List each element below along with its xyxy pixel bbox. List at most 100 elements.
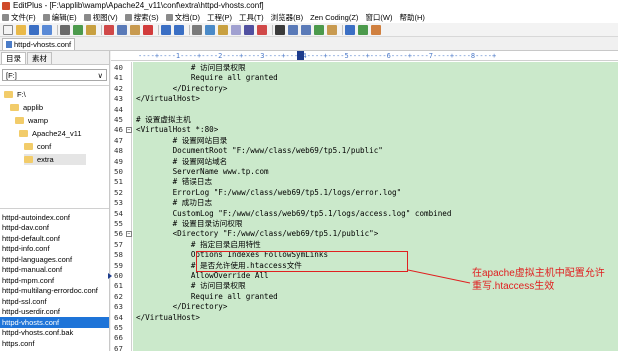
line-number: 55	[114, 219, 123, 228]
save-all-icon[interactable]	[42, 24, 52, 35]
code-line[interactable]: </VirtualHost>	[136, 94, 200, 104]
file-item[interactable]: httpd-mpm.conf	[0, 275, 109, 286]
code-line[interactable]: Require all granted	[136, 73, 278, 83]
menu-window[interactable]: 窗口(W)	[365, 12, 392, 23]
line-number: 50	[114, 167, 123, 176]
menu-search[interactable]: 搜索(S)	[124, 12, 159, 23]
menu-view[interactable]: 视图(V)	[83, 12, 118, 23]
replace-icon[interactable]	[205, 24, 215, 35]
file-item[interactable]: httpd-userdir.conf	[0, 307, 109, 318]
file-item[interactable]: httpd-languages.conf	[0, 254, 109, 265]
toolbar-separator	[158, 24, 159, 35]
code-line[interactable]: # 成功日志	[136, 198, 213, 208]
new-file-icon[interactable]	[3, 24, 13, 35]
directory-icon[interactable]	[371, 24, 381, 35]
file-item[interactable]: httpd-autoindex.conf	[0, 212, 109, 223]
menu-file[interactable]: 文件(F)	[2, 12, 36, 23]
tab-directory[interactable]: 目录	[1, 52, 26, 64]
window-title: EditPlus - [F:\applib\wamp\Apache24_v11\…	[13, 1, 264, 10]
settings-icon[interactable]	[327, 24, 337, 35]
document-tabbar: httpd-vhosts.conf	[0, 37, 618, 51]
undo-icon[interactable]	[161, 24, 171, 35]
menu-help[interactable]: 帮助(H)	[400, 12, 425, 23]
document-tab[interactable]: httpd-vhosts.conf	[2, 38, 76, 50]
tree-item-drive-f[interactable]: F:\	[4, 89, 26, 100]
copy-icon[interactable]	[117, 24, 127, 35]
find-icon[interactable]	[192, 24, 202, 35]
fold-toggle-icon[interactable]: −	[126, 127, 132, 134]
redo-icon[interactable]	[174, 24, 184, 35]
column-ruler: ----+----1----+----2----+----3----+----4…	[111, 51, 618, 61]
code-line[interactable]: <Directory "F:/www/class/web69/tp5.1/pub…	[136, 229, 379, 239]
ruler-icon[interactable]	[257, 24, 267, 35]
print-preview-icon[interactable]	[73, 24, 83, 35]
tree-item-wamp[interactable]: wamp	[15, 115, 48, 126]
editor-pane[interactable]: ----+----1----+----2----+----3----+----4…	[108, 51, 618, 351]
tree-item-apache[interactable]: Apache24_v11	[19, 128, 82, 139]
paste-icon[interactable]	[130, 24, 140, 35]
line-number: 49	[114, 156, 123, 166]
code-line[interactable]: ServerName www.tp.com	[136, 167, 269, 177]
line-number: 59	[114, 260, 123, 270]
open-folder-icon	[4, 91, 13, 98]
code-line[interactable]: AllowOverride All	[136, 271, 269, 281]
file-item[interactable]: httpd-vhosts.conf.bak	[0, 328, 109, 339]
code-line[interactable]: ErrorLog "F:/www/class/web69/tp5.1/logs/…	[136, 188, 402, 198]
code-line[interactable]: DocumentRoot "F:/www/class/web69/tp5.1/p…	[136, 146, 383, 156]
line-number: 63	[114, 302, 123, 312]
code-line[interactable]: </VirtualHost>	[136, 313, 200, 323]
line-number-icon[interactable]	[288, 24, 298, 35]
code-line[interactable]: # 访问目录权限	[136, 63, 246, 73]
toggle-tree-icon[interactable]	[301, 24, 311, 35]
file-item-selected[interactable]: httpd-vhosts.conf	[0, 317, 109, 328]
menu-browser[interactable]: 浏览器(B)	[271, 12, 304, 23]
code-line[interactable]: # 错误日志	[136, 177, 213, 187]
save-icon[interactable]	[29, 24, 39, 35]
tab-cliptext[interactable]: 素材	[27, 52, 52, 64]
font-size-icon[interactable]	[244, 24, 254, 35]
tree-item-applib[interactable]: applib	[10, 102, 43, 113]
code-line[interactable]: <VirtualHost *:80>	[136, 125, 218, 135]
fold-toggle-icon[interactable]: −	[126, 231, 132, 238]
code-line[interactable]: # 访问目录权限	[136, 281, 246, 291]
file-item[interactable]: httpd-info.conf	[0, 244, 109, 255]
menu-zen-coding[interactable]: Zen Coding(Z)	[310, 13, 358, 22]
line-number: 66	[114, 333, 123, 343]
open-folder-icon[interactable]	[16, 24, 26, 35]
menu-document[interactable]: 文档(D)	[165, 12, 200, 23]
run-tool-icon[interactable]	[345, 24, 355, 35]
code-line[interactable]: # 设置网站目录	[136, 136, 228, 146]
tree-item-extra[interactable]: extra	[24, 154, 86, 165]
line-number: 53	[114, 198, 123, 208]
spell-check-icon[interactable]	[86, 24, 96, 35]
find-in-files-icon[interactable]	[218, 24, 228, 35]
browser-preview-icon[interactable]	[314, 24, 324, 35]
file-item[interactable]: httpd-ssl.conf	[0, 296, 109, 307]
menu-project[interactable]: 工程(P)	[207, 12, 232, 23]
menu-edit[interactable]: 编辑(E)	[42, 12, 77, 23]
clip-text-icon[interactable]	[358, 24, 368, 35]
code-line[interactable]: </Directory>	[136, 302, 228, 312]
tree-item-conf[interactable]: conf	[24, 141, 51, 152]
line-number: 47	[114, 135, 123, 145]
code-line[interactable]: </Directory>	[136, 84, 228, 94]
print-icon[interactable]	[60, 24, 70, 35]
drive-select[interactable]: [F:] ∨	[2, 69, 107, 81]
delete-icon[interactable]	[143, 24, 153, 35]
code-line[interactable]: Require all granted	[136, 292, 278, 302]
menu-tools[interactable]: 工具(T)	[239, 12, 264, 23]
code-area[interactable]: # 访问目录权限 Require all granted </Directory…	[133, 62, 618, 351]
file-item[interactable]: https.conf	[0, 338, 109, 349]
file-item[interactable]: httpd-manual.conf	[0, 265, 109, 276]
file-item[interactable]: httpd-dav.conf	[0, 223, 109, 234]
cut-icon[interactable]	[104, 24, 114, 35]
file-item[interactable]: httpd-default.conf	[0, 233, 109, 244]
code-line[interactable]: # 设置网站域名	[136, 157, 228, 167]
code-line[interactable]: # 设置虚拟主机	[136, 115, 191, 125]
code-line[interactable]: # 设置目录访问权限	[136, 219, 243, 229]
hex-viewer-icon[interactable]	[231, 24, 241, 35]
code-line[interactable]: CustomLog "F:/www/class/web69/tp5.1/logs…	[136, 209, 452, 219]
file-item[interactable]: httpd-multilang-errordoc.conf	[0, 286, 109, 297]
code-line[interactable]: # 指定目录启用特性	[136, 240, 261, 250]
word-wrap-icon[interactable]	[275, 24, 285, 35]
